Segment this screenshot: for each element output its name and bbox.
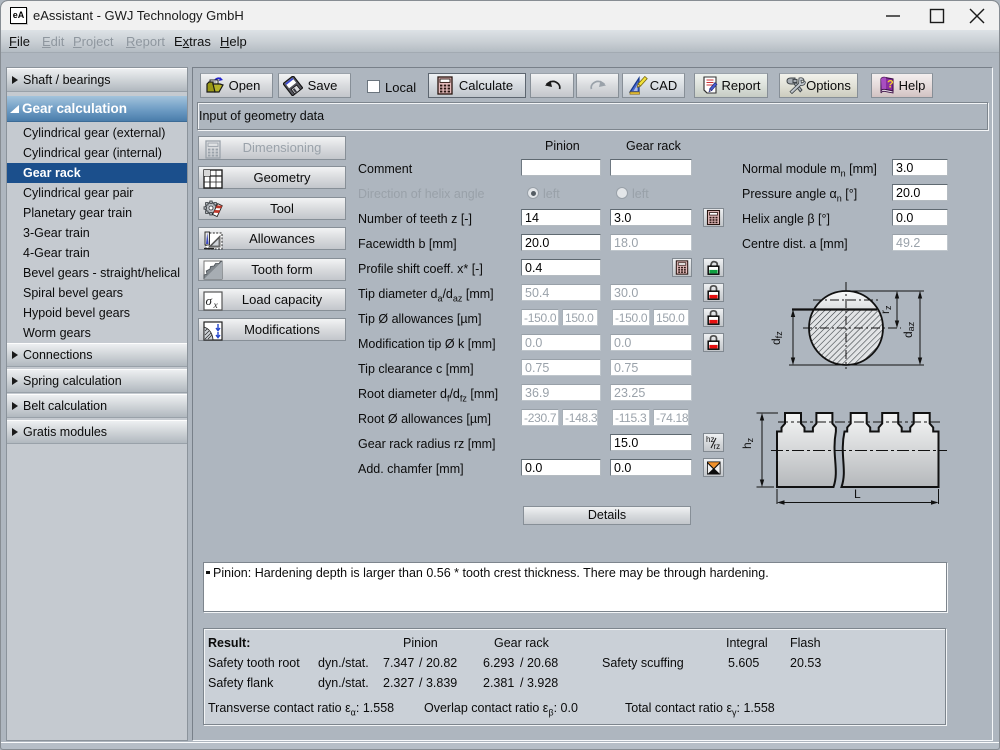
svg-text:rz: rz — [714, 442, 721, 451]
svg-text:daz: daz — [901, 321, 916, 338]
svg-text:dfz: dfz — [769, 331, 784, 345]
svg-text:hz: hz — [740, 437, 755, 449]
svg-text:rz: rz — [878, 305, 893, 314]
svg-text:L: L — [854, 487, 861, 501]
svg-text:?: ? — [887, 79, 894, 91]
svg-text:x: x — [213, 301, 219, 311]
svg-text:σ: σ — [206, 293, 213, 308]
